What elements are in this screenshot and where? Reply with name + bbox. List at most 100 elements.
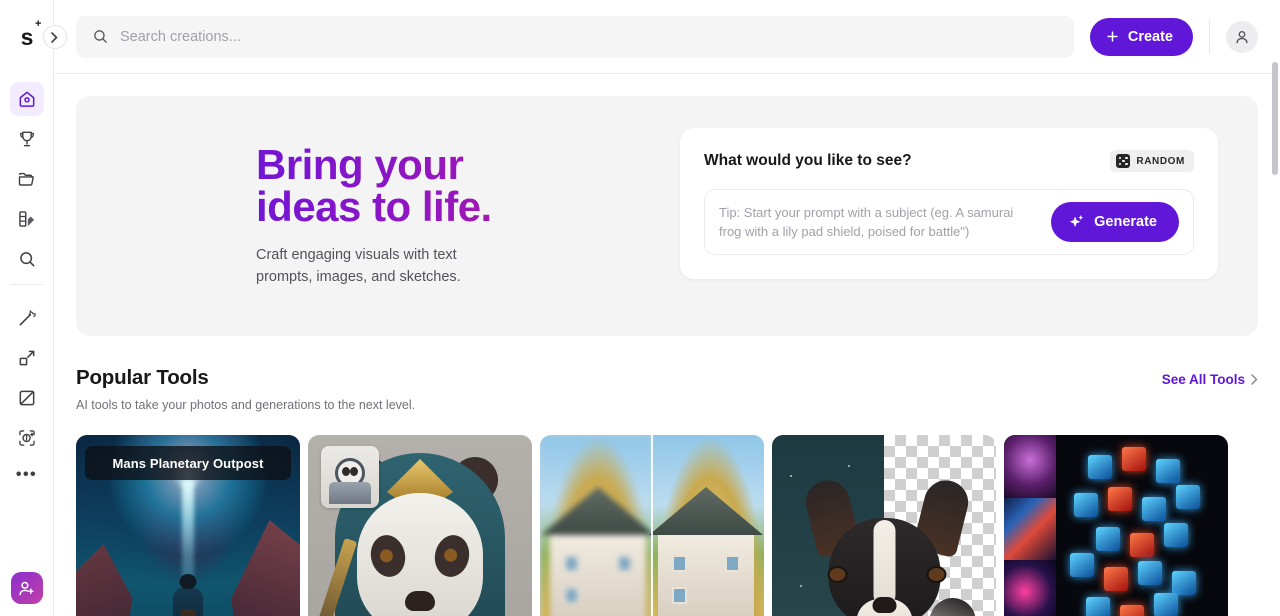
random-prompt-label: RANDOM <box>1136 155 1185 167</box>
sketch-thumbnail[interactable] <box>321 446 379 508</box>
sidebar-item-magic-tools[interactable] <box>10 301 44 335</box>
panda-eye-right <box>431 531 473 581</box>
hero-text-block: Bring your ideas to life. Craft engaging… <box>76 144 676 289</box>
window <box>672 587 687 604</box>
logo-superscript: + <box>34 17 42 30</box>
prompt-question: What would you like to see? <box>704 152 912 169</box>
sidebar: s + ••• <box>0 0 67 616</box>
tool-card-text-to-image[interactable]: Mans Planetary Outpost <box>76 435 300 616</box>
house-sharp <box>658 531 754 616</box>
dog-subject <box>801 475 983 616</box>
popular-tools-subtitle: AI tools to take your photos and generat… <box>76 398 416 412</box>
app-logo[interactable]: s + <box>20 18 42 50</box>
panda-face <box>357 493 483 616</box>
upscale-after-half <box>652 435 764 616</box>
window <box>672 555 687 572</box>
page-scrollbar-track[interactable] <box>1272 0 1280 616</box>
tool-card-sketch-to-image[interactable] <box>308 435 532 616</box>
tool-cards-list: Mans Planetary Outpost <box>76 435 1258 616</box>
sidebar-item-upscale[interactable] <box>10 341 44 375</box>
sidebar-more-button[interactable]: ••• <box>10 461 44 489</box>
trophy-icon <box>19 131 34 147</box>
sketch-body <box>329 482 371 504</box>
sidebar-item-projects[interactable] <box>10 162 44 196</box>
sidebar-item-styles[interactable] <box>10 202 44 236</box>
plus-icon <box>1107 31 1118 42</box>
hero-title: Bring your ideas to life. <box>256 144 676 228</box>
face-plus-icon <box>18 430 35 446</box>
sidebar-item-home[interactable] <box>9 82 44 116</box>
hero-subtitle-line-2: prompts, images, and sketches. <box>256 269 461 285</box>
create-button-label: Create <box>1127 28 1173 45</box>
astronaut-figure <box>173 587 203 616</box>
panda-snout <box>405 591 435 611</box>
magic-wand-icon <box>19 310 36 326</box>
prompt-card-header: What would you like to see? RANDOM <box>704 150 1194 172</box>
dog-blaze <box>873 520 895 606</box>
sidebar-item-face-enhance[interactable] <box>10 421 44 455</box>
logo-row: s + <box>0 0 67 74</box>
dog-eye-right <box>926 566 947 583</box>
popular-tools-heading-block: Popular Tools AI tools to take your phot… <box>76 366 415 412</box>
house-blurry <box>550 531 646 616</box>
add-user-icon <box>19 581 34 595</box>
style-thumbnail[interactable] <box>1004 435 1056 498</box>
sidebar-item-remove-background[interactable] <box>10 381 44 415</box>
panda-eye-left <box>367 531 409 581</box>
expand-arrow-icon <box>19 350 34 366</box>
main-area: Create Bring your ideas to life. <box>54 0 1280 616</box>
style-thumbnail[interactable] <box>1004 497 1056 560</box>
hero-title-line-1: Bring your <box>256 140 464 188</box>
sidebar-item-explore[interactable] <box>10 242 44 276</box>
sidebar-divider <box>9 284 44 285</box>
hero-subtitle-line-1: Craft engaging visuals with text <box>256 246 457 263</box>
generate-button-label: Generate <box>1094 214 1157 230</box>
dog-eye-left <box>827 566 848 583</box>
window <box>617 555 632 572</box>
create-button[interactable]: Create <box>1089 17 1193 56</box>
see-all-tools-link[interactable]: See All Tools <box>1162 372 1258 387</box>
generate-button[interactable]: Generate <box>1051 202 1179 242</box>
hero-banner: Bring your ideas to life. Craft engaging… <box>76 96 1258 336</box>
app-root: s + ••• Search creations... Create Bring… <box>0 0 1280 616</box>
dice-icon <box>1116 154 1131 168</box>
image-slash-icon <box>19 390 34 406</box>
sidebar-item-rewards[interactable] <box>10 122 44 156</box>
search-box[interactable] <box>76 15 1074 58</box>
palette-icon <box>18 211 34 227</box>
tool-card-image-upscaler[interactable] <box>540 435 764 616</box>
prompt-input-wrap[interactable]: Tip: Start your prompt with a subject (e… <box>704 189 1194 255</box>
style-thumbnail[interactable] <box>1004 560 1056 616</box>
search-icon <box>94 30 107 43</box>
random-prompt-button[interactable]: RANDOM <box>1110 150 1194 172</box>
invite-user-button[interactable] <box>10 572 43 604</box>
logo-letter: s <box>20 23 34 50</box>
search-input[interactable] <box>120 28 1058 45</box>
chevron-right-icon <box>51 31 58 43</box>
tool-card-style-transfer[interactable] <box>1004 435 1228 616</box>
sidebar-bottom <box>10 560 43 616</box>
hero-title-line-2: ideas to life. <box>256 182 492 230</box>
folder-icon <box>18 172 34 186</box>
see-all-tools-label: See All Tools <box>1161 372 1245 387</box>
window <box>564 555 579 572</box>
prompt-card: What would you like to see? RANDOM Tip: … <box>680 128 1218 279</box>
rock-right <box>230 520 300 616</box>
upscale-before-half <box>540 435 652 616</box>
chevron-right-icon <box>1251 374 1258 385</box>
prompt-input[interactable]: Tip: Start your prompt with a subject (e… <box>719 203 1041 242</box>
sparkle-icon <box>1069 215 1083 227</box>
topbar-divider <box>1209 19 1210 54</box>
popular-tools-section: Popular Tools AI tools to take your phot… <box>76 366 1258 616</box>
page-scrollbar-thumb[interactable] <box>1272 62 1278 175</box>
home-icon <box>19 91 34 107</box>
popular-tools-title: Popular Tools <box>76 366 209 389</box>
page-content: Bring your ideas to life. Craft engaging… <box>54 74 1280 616</box>
window <box>564 587 579 604</box>
sidebar-expand-button[interactable] <box>42 25 67 49</box>
tool-card-background-remover[interactable] <box>772 435 996 616</box>
search-icon <box>19 252 34 267</box>
comparison-divider[interactable] <box>651 435 653 616</box>
window <box>725 555 740 572</box>
avatar[interactable] <box>1226 20 1258 53</box>
